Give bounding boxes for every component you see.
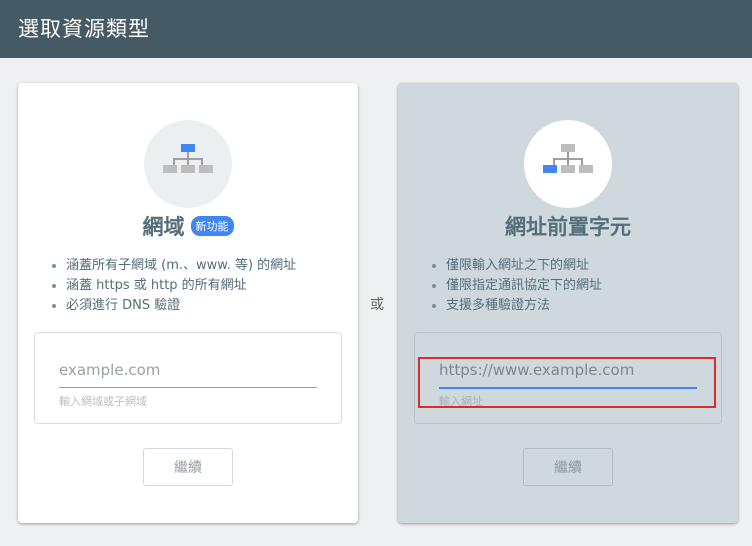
list-item: 涵蓋 https 或 http 的所有網址 — [66, 276, 366, 296]
page-title: 選取資源類型 — [18, 17, 150, 41]
list-item: 涵蓋所有子網域 (m.、www. 等) 的網址 — [66, 256, 366, 276]
domain-input-container: 輸入網域或子網域 — [34, 332, 342, 424]
url-prefix-title: 網址前置字元 — [505, 215, 631, 239]
domain-continue-button[interactable]: 繼續 — [143, 448, 233, 486]
header-bar: 選取資源類型 — [0, 0, 752, 58]
domain-title-row: 網域 新功能 — [18, 211, 358, 241]
input-highlight-frame — [418, 357, 716, 408]
url-prefix-title-row: 網址前置字元 — [398, 211, 738, 241]
domain-input[interactable] — [59, 357, 317, 388]
domain-input-hint: 輸入網域或子網域 — [59, 395, 147, 408]
new-feature-badge: 新功能 — [190, 216, 234, 236]
url-prefix-icon-circle — [524, 120, 612, 208]
sitemap-icon — [543, 144, 593, 173]
or-separator: 或 — [370, 297, 384, 313]
list-item: 僅限指定通訊協定下的網址 — [446, 276, 746, 296]
domain-card[interactable]: 網域新功能 涵蓋所有子網域 (m.、www. 等) 的網址 涵蓋 https 或… — [18, 83, 358, 523]
domain-title: 網域 — [142, 215, 185, 239]
url-prefix-feature-list: 僅限輸入網址之下的網址 僅限指定通訊協定下的網址 支援多種驗證方法 — [428, 256, 746, 316]
domain-feature-list: 涵蓋所有子網域 (m.、www. 等) 的網址 涵蓋 https 或 http … — [48, 256, 366, 316]
url-prefix-continue-button[interactable]: 繼續 — [523, 448, 613, 486]
list-item: 僅限輸入網址之下的網址 — [446, 256, 746, 276]
sitemap-icon — [163, 144, 213, 173]
list-item: 支援多種驗證方法 — [446, 296, 746, 316]
domain-icon-circle — [144, 120, 232, 208]
url-prefix-card[interactable]: 網址前置字元 僅限輸入網址之下的網址 僅限指定通訊協定下的網址 支援多種驗證方法… — [398, 83, 738, 523]
list-item: 必須進行 DNS 驗證 — [66, 296, 366, 316]
